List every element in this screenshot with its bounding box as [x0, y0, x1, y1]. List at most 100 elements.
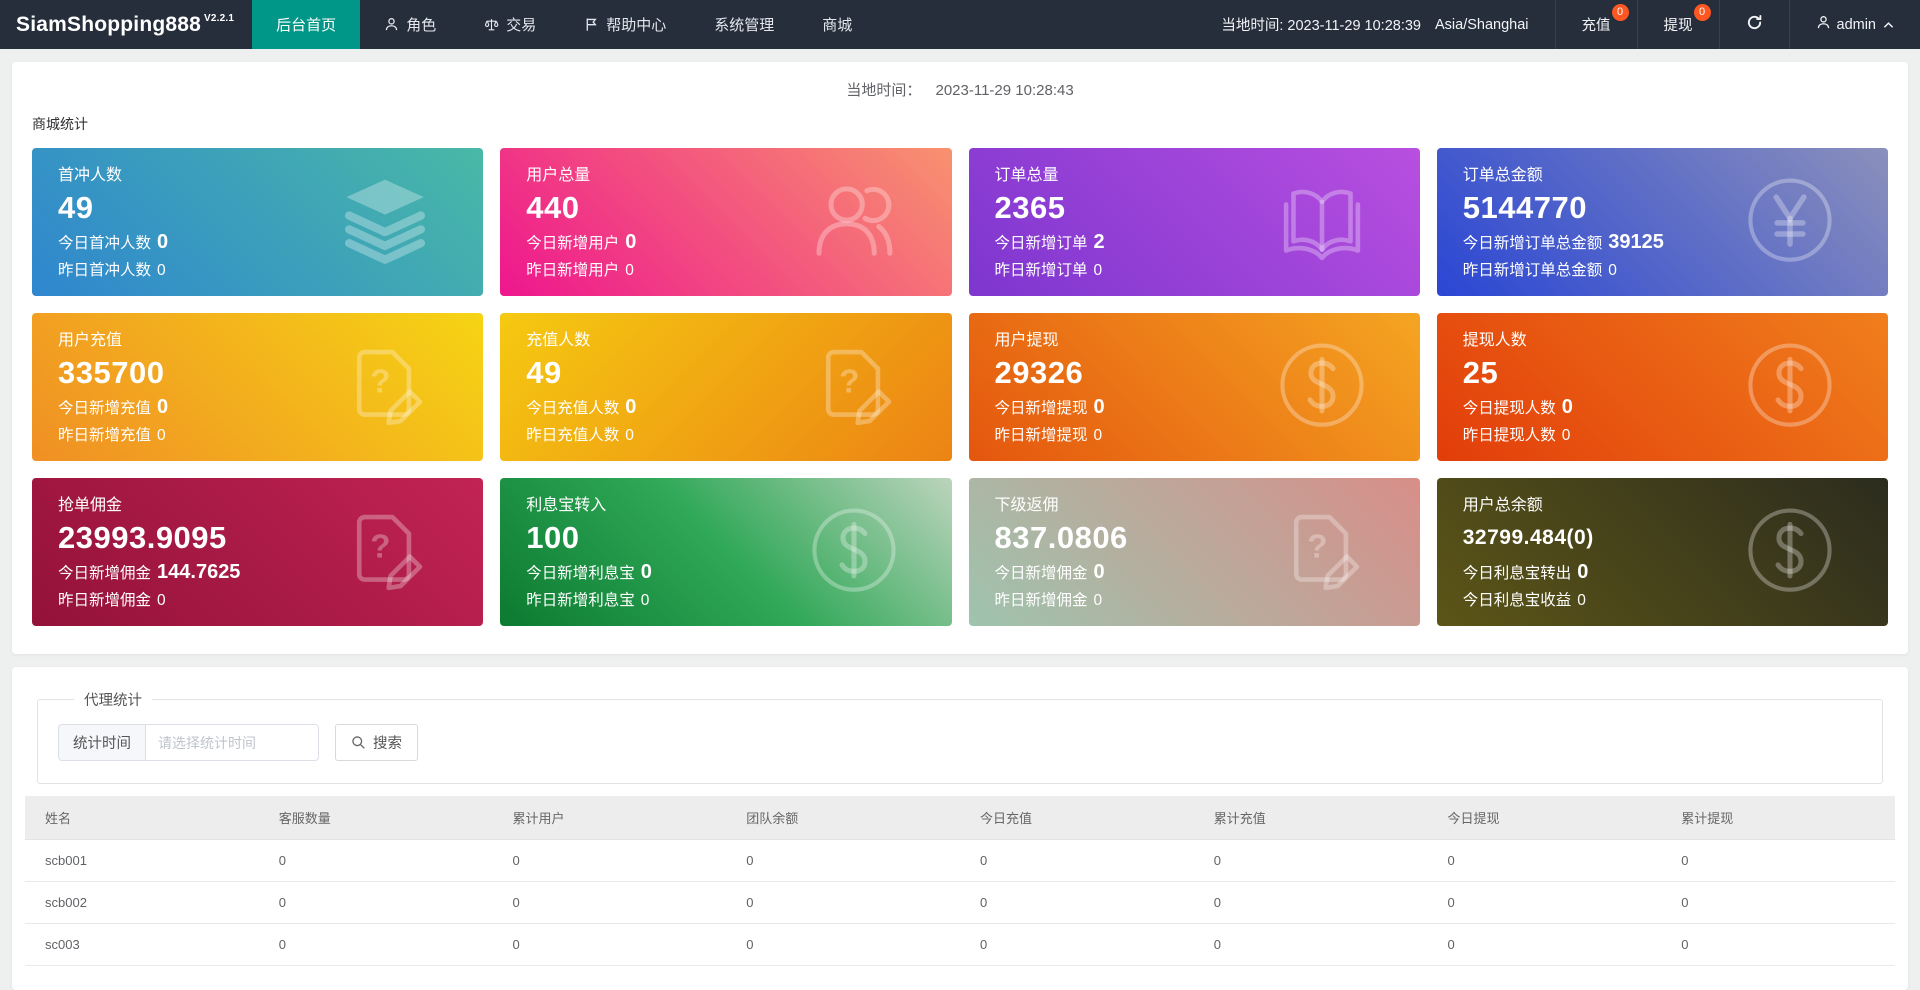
menu-item-help-center[interactable]: 帮助中心: [560, 0, 690, 49]
page: SiamShopping888V2.2.1 后台首页 角色 交易: [0, 0, 1920, 990]
stat-card-yesterday-value: 0: [1577, 592, 1586, 609]
menu-item-system[interactable]: 系统管理: [690, 0, 798, 49]
users-icon: [808, 174, 900, 266]
table-cell: 0: [726, 882, 960, 924]
column-header: 累计提现: [1661, 796, 1895, 840]
stat-card-yesterday-value: 0: [1094, 262, 1103, 279]
overview-time-label: 当地时间：: [846, 82, 921, 99]
agent-table: 姓名客服数量累计用户团队余额今日充值累计充值今日提现累计提现 scb001000…: [25, 796, 1895, 966]
withdraw-badge: 0: [1694, 4, 1711, 21]
user-icon: [384, 17, 399, 32]
stat-card-today-value: 0: [157, 396, 168, 418]
table-cell: 0: [1661, 882, 1895, 924]
stat-card-yesterday-label: 昨日新增充值: [58, 427, 151, 444]
table-cell: 0: [1428, 924, 1662, 966]
stat-card-yesterday-value: 0: [157, 427, 166, 444]
stat-card-today-label: 今日利息宝转出: [1463, 565, 1572, 582]
stat-card-today-label: 今日新增用户: [526, 235, 619, 252]
svg-text:?: ?: [1307, 529, 1327, 566]
stat-card: 用户总量 440 今日新增用户0 昨日新增用户0: [500, 148, 951, 296]
table-cell: 0: [1428, 840, 1662, 882]
recharge-button[interactable]: 充值 0: [1555, 0, 1637, 49]
column-header: 姓名: [25, 796, 259, 840]
navbar-right: 当地时间: 2023-11-29 10:28:39 Asia/Shanghai …: [1221, 0, 1920, 49]
edit-icon: ?: [1276, 504, 1368, 596]
agent-search-row: 统计时间 搜索: [58, 724, 1862, 761]
stat-card-today-value: 0: [1094, 561, 1105, 583]
edit-icon: ?: [808, 339, 900, 431]
stat-card-today-label: 今日充值人数: [526, 400, 619, 417]
table-cell: 0: [1194, 882, 1428, 924]
user-icon: [1816, 15, 1831, 34]
menu-item-roles[interactable]: 角色: [360, 0, 460, 49]
menu-item-label: 后台首页: [276, 14, 336, 35]
table-cell: 0: [726, 924, 960, 966]
menu-item-dashboard[interactable]: 后台首页: [252, 0, 360, 49]
table-cell: 0: [1428, 882, 1662, 924]
menu-item-label: 系统管理: [714, 14, 774, 35]
stat-card-yesterday-label: 昨日首冲人数: [58, 262, 151, 279]
stat-card-yesterday-label: 昨日充值人数: [526, 427, 619, 444]
dollar-icon: [808, 504, 900, 596]
search-button-label: 搜索: [373, 732, 402, 753]
stat-card: 抢单佣金 23993.9095 今日新增佣金144.7625 昨日新增佣金0 ?: [32, 478, 483, 626]
recharge-label: 充值: [1582, 14, 1611, 35]
table-cell: 0: [493, 882, 727, 924]
stat-card-today-value: 0: [1094, 396, 1105, 418]
stat-card-yesterday-label: 昨日新增提现: [995, 427, 1088, 444]
table-cell: 0: [960, 882, 1194, 924]
refresh-icon: [1746, 14, 1763, 35]
table-cell: 0: [259, 882, 493, 924]
column-header: 累计充值: [1194, 796, 1428, 840]
brand-version: V2.2.1: [204, 13, 234, 24]
stat-card-yesterday-value: 0: [1608, 262, 1617, 279]
stat-card: 用户提现 29326 今日新增提现0 昨日新增提现0: [969, 313, 1420, 461]
stat-card-today-label: 今日首冲人数: [58, 235, 151, 252]
stat-time-input[interactable]: [145, 724, 319, 761]
stat-card: 提现人数 25 今日提现人数0 昨日提现人数0: [1437, 313, 1888, 461]
stat-card-yesterday-label: 昨日新增利息宝: [526, 592, 635, 609]
stat-time-group: 统计时间: [58, 724, 319, 761]
table-cell: 0: [960, 840, 1194, 882]
book-icon: [1276, 174, 1368, 266]
stat-card-today-label: 今日新增订单总金额: [1463, 235, 1603, 252]
menu-item-label: 交易: [506, 14, 536, 35]
brand-name: SiamShopping888: [16, 13, 201, 37]
table-cell: 0: [493, 924, 727, 966]
menu-item-label: 商城: [822, 14, 852, 35]
menu-item-label: 角色: [406, 14, 436, 35]
search-button[interactable]: 搜索: [335, 724, 418, 761]
table-cell: 0: [1661, 924, 1895, 966]
stat-card-yesterday-label: 昨日新增订单: [995, 262, 1088, 279]
table-cell: 0: [1661, 840, 1895, 882]
table-cell: 0: [259, 924, 493, 966]
agent-table-head-row: 姓名客服数量累计用户团队余额今日充值累计充值今日提现累计提现: [25, 796, 1895, 840]
stat-card-today-label: 今日新增佣金: [995, 565, 1088, 582]
withdraw-button[interactable]: 提现 0: [1637, 0, 1719, 49]
column-header: 团队余额: [726, 796, 960, 840]
scale-icon: [484, 17, 499, 32]
layers-icon: [339, 174, 431, 266]
table-cell: scb001: [25, 840, 259, 882]
menu-item-mall[interactable]: 商城: [798, 0, 876, 49]
admin-menu[interactable]: admin: [1789, 0, 1920, 49]
table-cell: 0: [726, 840, 960, 882]
stat-card-yesterday-label: 昨日新增佣金: [995, 592, 1088, 609]
stat-card-today-value: 0: [625, 231, 636, 253]
refresh-button[interactable]: [1719, 0, 1789, 49]
navbar: SiamShopping888V2.2.1 后台首页 角色 交易: [0, 0, 1920, 49]
overview-panel: 当地时间： 2023-11-29 10:28:43 商城统计 首冲人数 49 今…: [12, 62, 1908, 654]
stat-card-today-value: 0: [625, 396, 636, 418]
stat-card-yesterday-value: 0: [1562, 427, 1571, 444]
stat-card-today-label: 今日新增利息宝: [526, 565, 635, 582]
recharge-badge: 0: [1612, 4, 1629, 21]
table-cell: 0: [1194, 924, 1428, 966]
table-cell: scb002: [25, 882, 259, 924]
stat-card: 下级返佣 837.0806 今日新增佣金0 昨日新增佣金0 ?: [969, 478, 1420, 626]
stat-card: 订单总金额 5144770 今日新增订单总金额39125 昨日新增订单总金额0: [1437, 148, 1888, 296]
table-cell: 0: [493, 840, 727, 882]
stat-card-yesterday-label: 昨日新增用户: [526, 262, 619, 279]
menu-item-transactions[interactable]: 交易: [460, 0, 560, 49]
stat-card-yesterday-value: 0: [625, 427, 634, 444]
stat-card-today-value: 0: [1577, 561, 1588, 583]
